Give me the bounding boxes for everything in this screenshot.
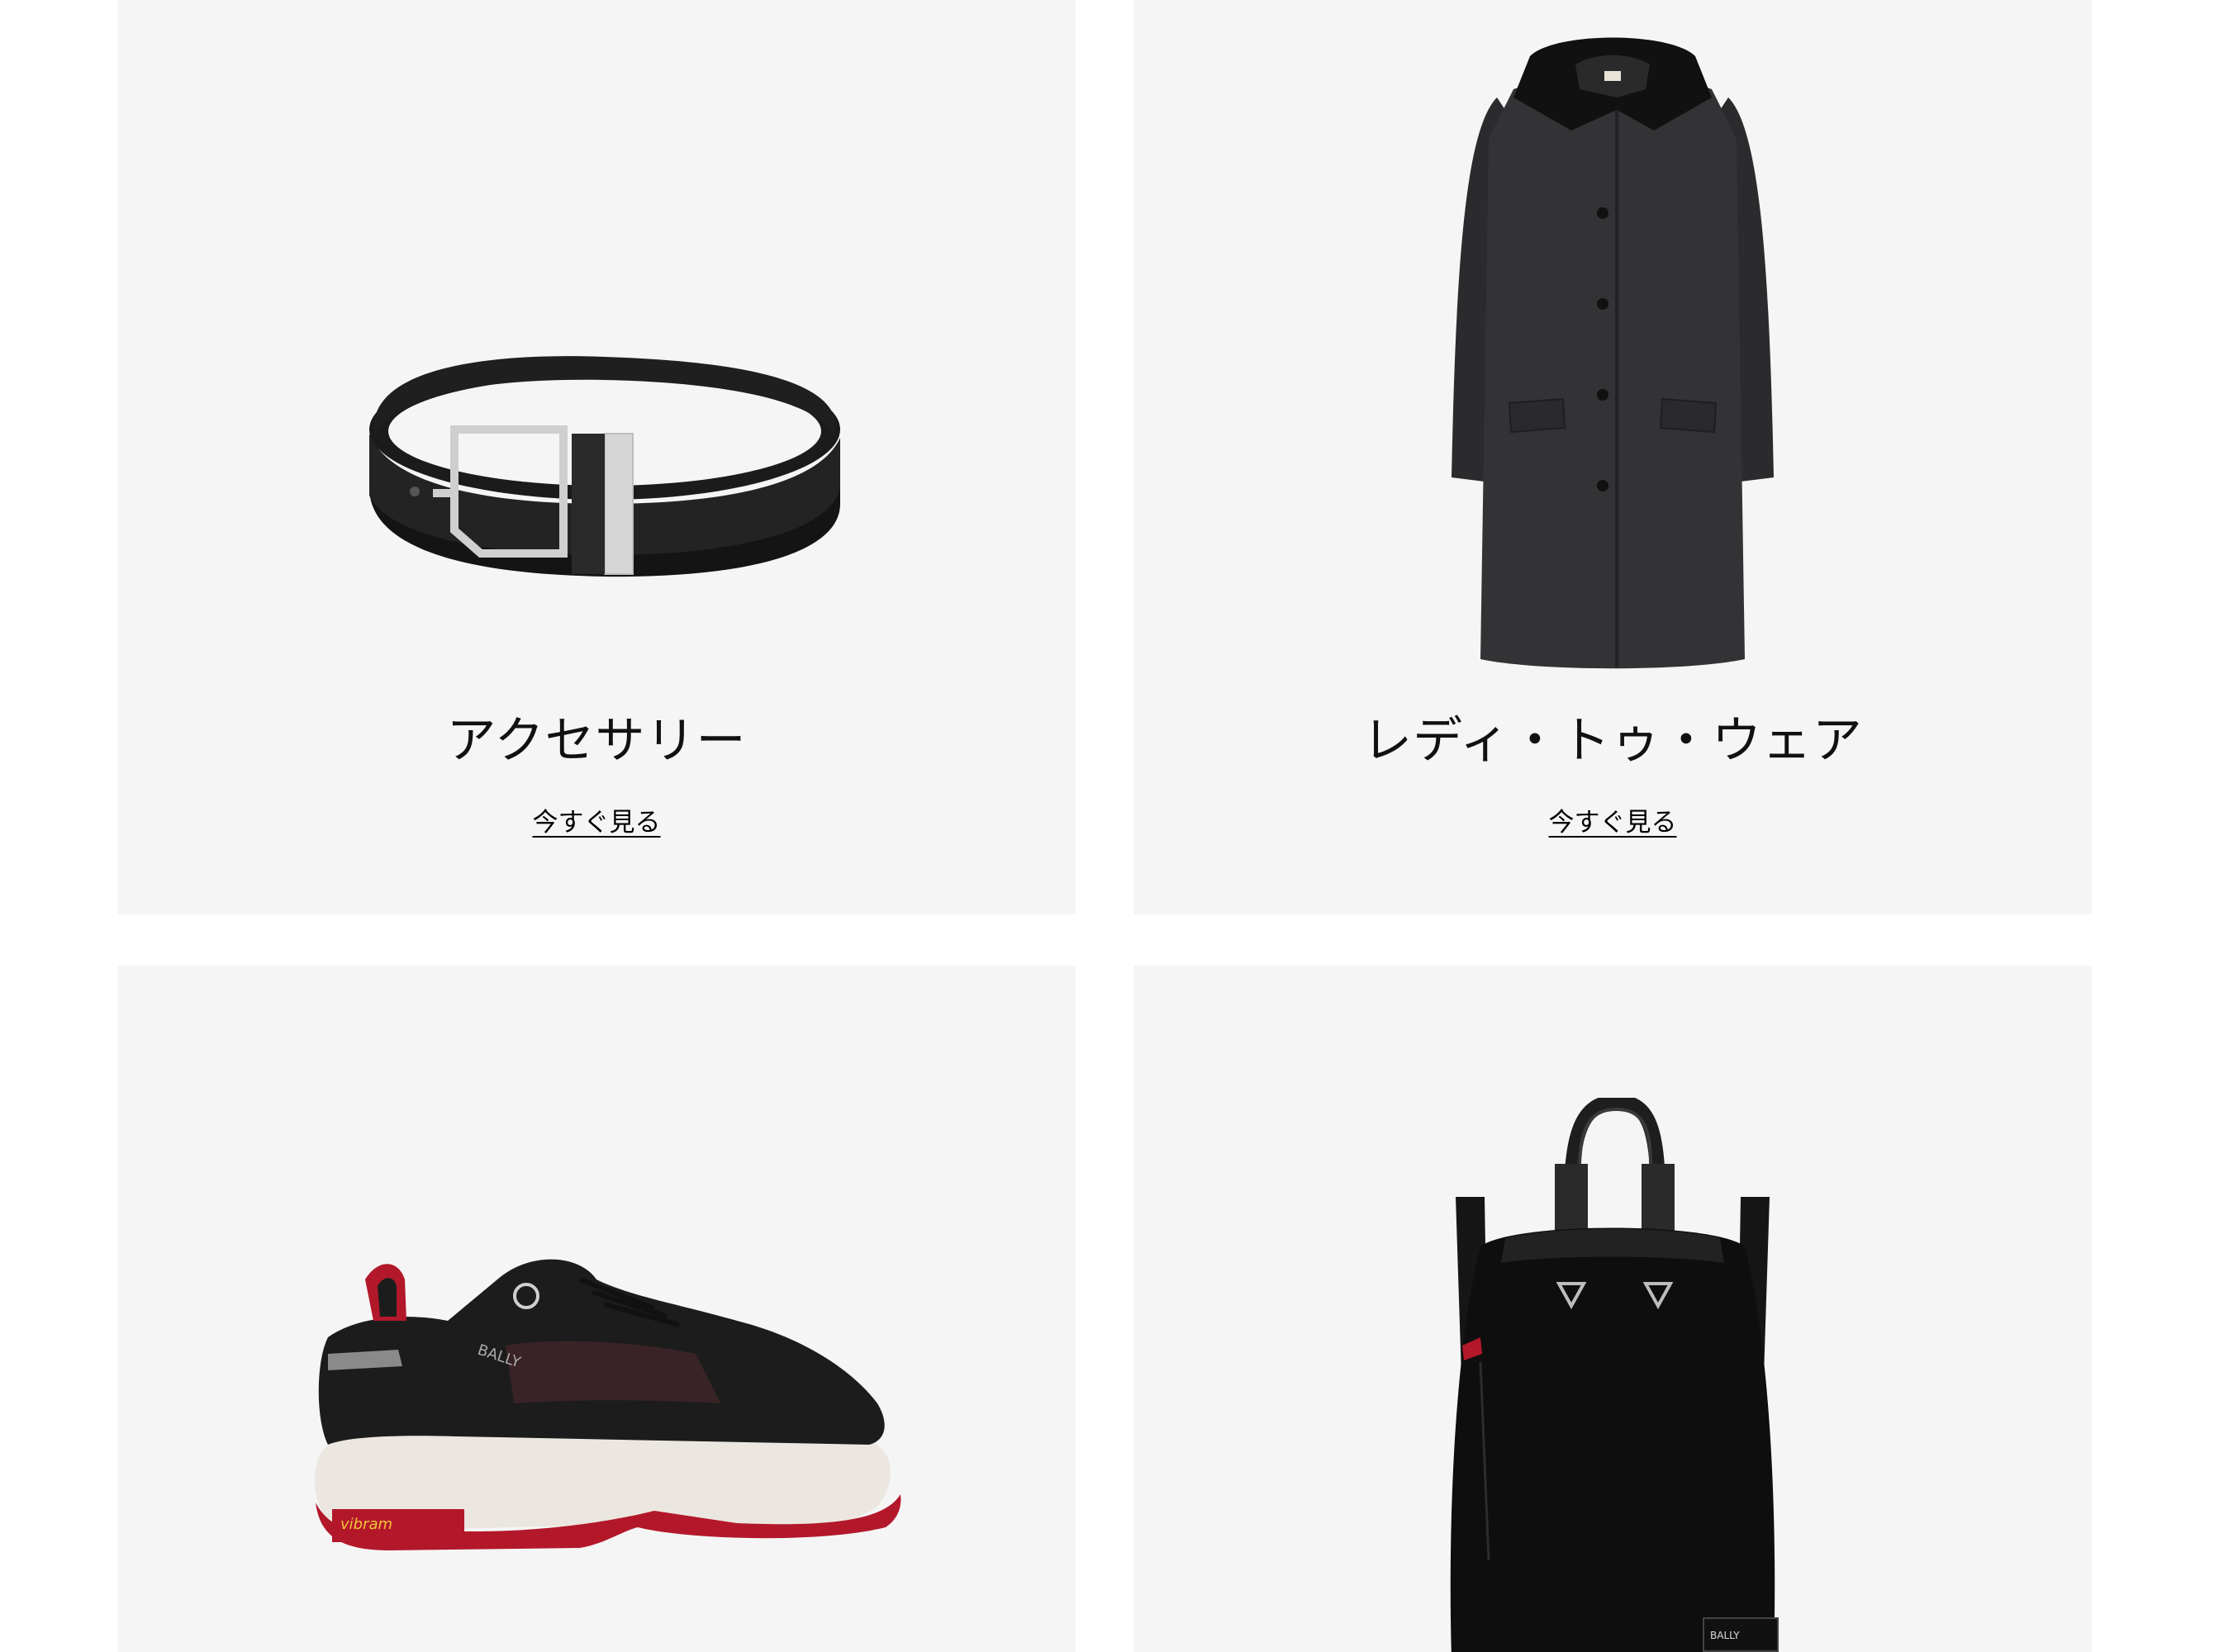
backpack-brand-text: BALLY — [1710, 1630, 1740, 1641]
sneaker-sole-logo: vibram — [340, 1516, 392, 1533]
shop-now-link[interactable]: 今すぐ見る — [117, 801, 1076, 838]
category-page: アクセサリー 今すぐ見る レディ・トゥ・ウェア 今すぐ見る BALLY vibr… — [0, 0, 2219, 1652]
category-card-bags[interactable]: BALLY — [1133, 966, 2092, 1652]
shop-now-link[interactable]: 今すぐ見る — [1133, 801, 2092, 838]
category-card-shoes[interactable]: BALLY vibram — [117, 966, 1076, 1652]
card-title: アクセサリー — [446, 712, 747, 770]
card-title: レディ・トゥ・ウェア — [1362, 712, 1863, 770]
sneaker-image[interactable]: BALLY vibram — [307, 1246, 902, 1569]
backpack-image[interactable]: BALLY — [1406, 1098, 1819, 1652]
category-card-accessories[interactable]: アクセサリー 今すぐ見る — [117, 0, 1076, 914]
belt-image[interactable] — [357, 339, 844, 586]
coat-image[interactable] — [1439, 31, 1786, 676]
category-card-ready-to-wear[interactable]: レディ・トゥ・ウェア 今すぐ見る — [1133, 0, 2092, 914]
